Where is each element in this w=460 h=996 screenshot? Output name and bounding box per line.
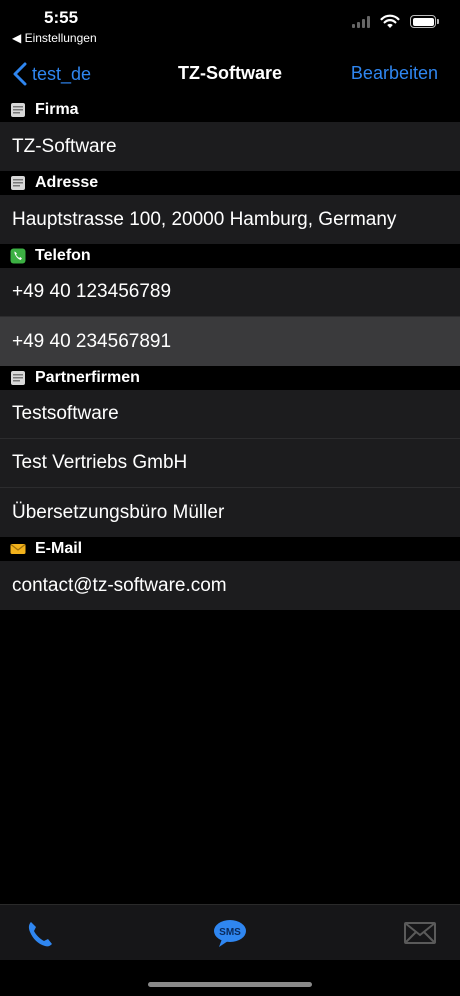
phone-icon — [10, 248, 26, 264]
list-item-partner-3[interactable]: Übersetzungsbüro Müller — [0, 488, 460, 537]
note-icon — [11, 371, 25, 385]
list-item-adresse[interactable]: Hauptstrasse 100, 20000 Hamburg, Germany — [0, 195, 460, 244]
sms-button[interactable]: SMS — [213, 919, 247, 954]
mail-button[interactable] — [404, 921, 436, 950]
wifi-icon — [380, 14, 400, 28]
note-icon — [11, 103, 25, 117]
edit-button[interactable]: Bearbeiten — [351, 63, 438, 84]
list-item-label: Testsoftware — [12, 403, 119, 424]
home-indicator[interactable] — [148, 982, 312, 987]
back-button[interactable]: test_de — [12, 62, 91, 86]
section-title: Adresse — [35, 174, 99, 191]
note-icon — [11, 176, 25, 190]
list-item-label: TZ-Software — [12, 135, 117, 157]
back-button-label: test_de — [32, 63, 92, 84]
chevron-left-icon — [13, 62, 27, 86]
list-item-label: contact@tz-software.com — [12, 574, 227, 596]
list-item-partner-1[interactable]: Testsoftware — [0, 390, 460, 439]
status-bar: 5:55 ◀ Einstellungen — [0, 0, 460, 50]
back-to-app-link[interactable]: ◀ Einstellungen — [12, 31, 97, 45]
section-header-firma: Firma — [0, 98, 460, 122]
list-item-label: +49 40 234567891 — [12, 330, 172, 352]
bottom-toolbar: SMS — [0, 904, 460, 960]
phone-icon — [28, 922, 52, 947]
battery-icon — [410, 15, 439, 28]
cellular-signal-icon — [352, 15, 370, 28]
status-icons — [352, 14, 439, 29]
list-item-label: +49 40 123456789 — [12, 281, 172, 302]
list-item-label: Übersetzungsbüro Müller — [12, 501, 225, 523]
list-item-phone-2[interactable]: +49 40 234567891 — [0, 317, 460, 366]
section-title: Partnerfirmen — [35, 369, 140, 386]
list-item-phone-1[interactable]: +49 40 123456789 — [0, 268, 460, 317]
status-time: 5:55 — [44, 8, 79, 27]
section-header-adresse: Adresse — [0, 171, 460, 195]
section-title: Telefon — [35, 247, 91, 264]
sms-bubble-icon: SMS — [214, 920, 246, 947]
list-item-email[interactable]: contact@tz-software.com — [0, 561, 460, 610]
list-item-label: Test Vertriebs GmbH — [12, 452, 188, 473]
list-item-partner-2[interactable]: Test Vertriebs GmbH — [0, 439, 460, 488]
navigation-bar: test_de TZ-Software Bearbeiten — [0, 50, 460, 98]
call-button[interactable] — [24, 918, 56, 955]
section-header-partnerfirmen: Partnerfirmen — [0, 366, 460, 390]
section-header-telefon: Telefon — [0, 244, 460, 268]
envelope-icon — [404, 922, 436, 944]
section-title: E-Mail — [35, 540, 83, 557]
envelope-icon — [10, 544, 26, 554]
list-item-firma[interactable]: TZ-Software — [0, 122, 460, 171]
sms-label: SMS — [219, 927, 241, 938]
section-title: Firma — [35, 101, 79, 118]
list-item-label: Hauptstrasse 100, 20000 Hamburg, Germany — [12, 208, 397, 230]
contact-detail-list: Firma TZ-Software Adresse Hauptstrasse 1… — [0, 98, 460, 610]
section-header-email: E-Mail — [0, 537, 460, 561]
